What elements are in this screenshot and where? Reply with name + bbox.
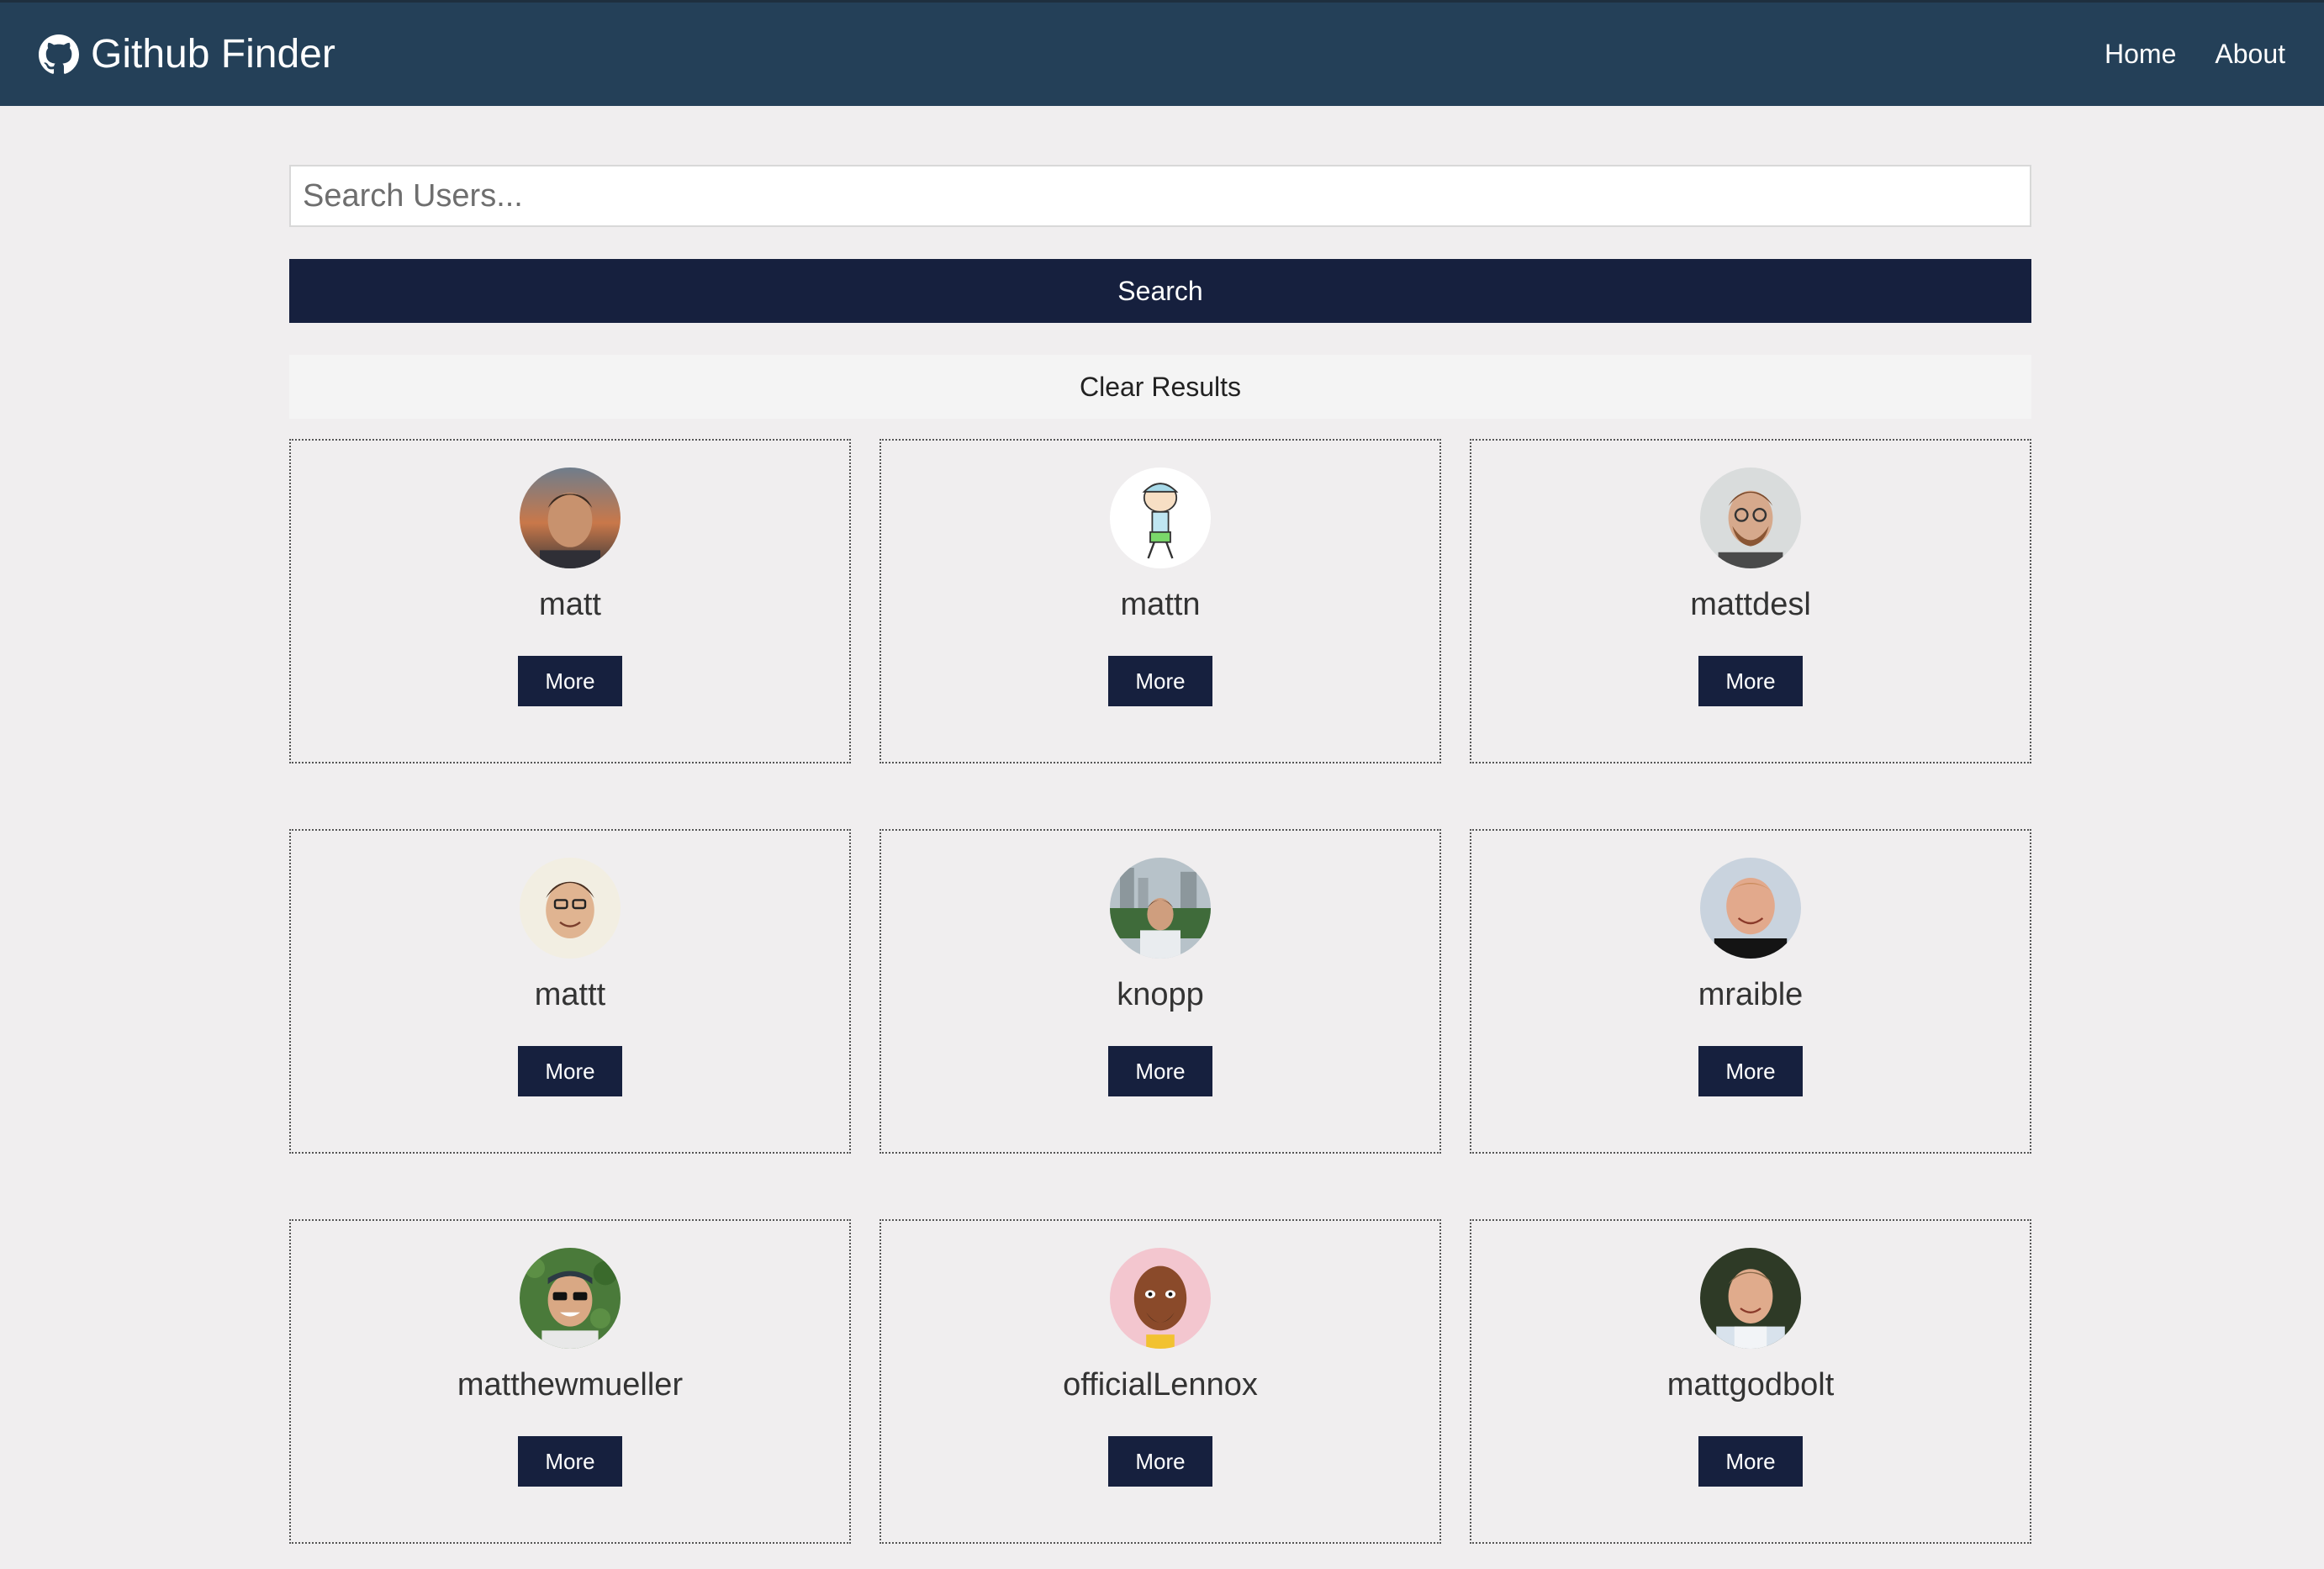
users-grid: matt More mattn More mattdesl More mattt…	[289, 439, 2031, 1544]
avatar	[1110, 858, 1211, 959]
username: mattt	[534, 977, 606, 1012]
user-card: mattt More	[289, 829, 851, 1154]
more-button[interactable]: More	[518, 656, 622, 706]
user-card: matt More	[289, 439, 851, 763]
search-input[interactable]	[289, 165, 2031, 227]
brand[interactable]: Github Finder	[39, 31, 335, 77]
username: mattn	[1120, 587, 1201, 622]
username: mraible	[1698, 977, 1804, 1012]
avatar	[520, 858, 621, 959]
search-form: Search Clear Results	[289, 165, 2031, 419]
navbar: Github Finder Home About	[0, 0, 2324, 106]
github-icon	[39, 34, 79, 75]
more-button[interactable]: More	[1108, 656, 1212, 706]
user-card: mattn More	[879, 439, 1441, 763]
user-card: matthewmueller More	[289, 1219, 851, 1544]
user-card: knopp More	[879, 829, 1441, 1154]
more-button[interactable]: More	[518, 1436, 622, 1487]
username: officialLennox	[1063, 1367, 1258, 1403]
username: matt	[539, 587, 601, 622]
avatar	[1700, 468, 1801, 568]
username: knopp	[1117, 977, 1204, 1012]
avatar	[1110, 1248, 1211, 1349]
username: matthewmueller	[457, 1367, 684, 1403]
username: mattgodbolt	[1666, 1367, 1835, 1403]
nav-link-about[interactable]: About	[2215, 39, 2285, 70]
avatar	[1700, 1248, 1801, 1349]
nav-link-home[interactable]: Home	[2105, 39, 2176, 70]
user-card: mraible More	[1470, 829, 2031, 1154]
nav-links: Home About	[2066, 39, 2285, 70]
user-card: officialLennox More	[879, 1219, 1441, 1544]
more-button[interactable]: More	[1108, 1436, 1212, 1487]
user-card: mattdesl More	[1470, 439, 2031, 763]
avatar	[1700, 858, 1801, 959]
search-button[interactable]: Search	[289, 259, 2031, 323]
username: mattdesl	[1690, 587, 1811, 622]
more-button[interactable]: More	[518, 1046, 622, 1096]
user-card: mattgodbolt More	[1470, 1219, 2031, 1544]
avatar	[520, 468, 621, 568]
more-button[interactable]: More	[1698, 1046, 1803, 1096]
more-button[interactable]: More	[1698, 1436, 1803, 1487]
avatar	[520, 1248, 621, 1349]
more-button[interactable]: More	[1108, 1046, 1212, 1096]
clear-results-button[interactable]: Clear Results	[289, 355, 2031, 419]
more-button[interactable]: More	[1698, 656, 1803, 706]
avatar	[1110, 468, 1211, 568]
brand-title: Github Finder	[91, 32, 335, 77]
